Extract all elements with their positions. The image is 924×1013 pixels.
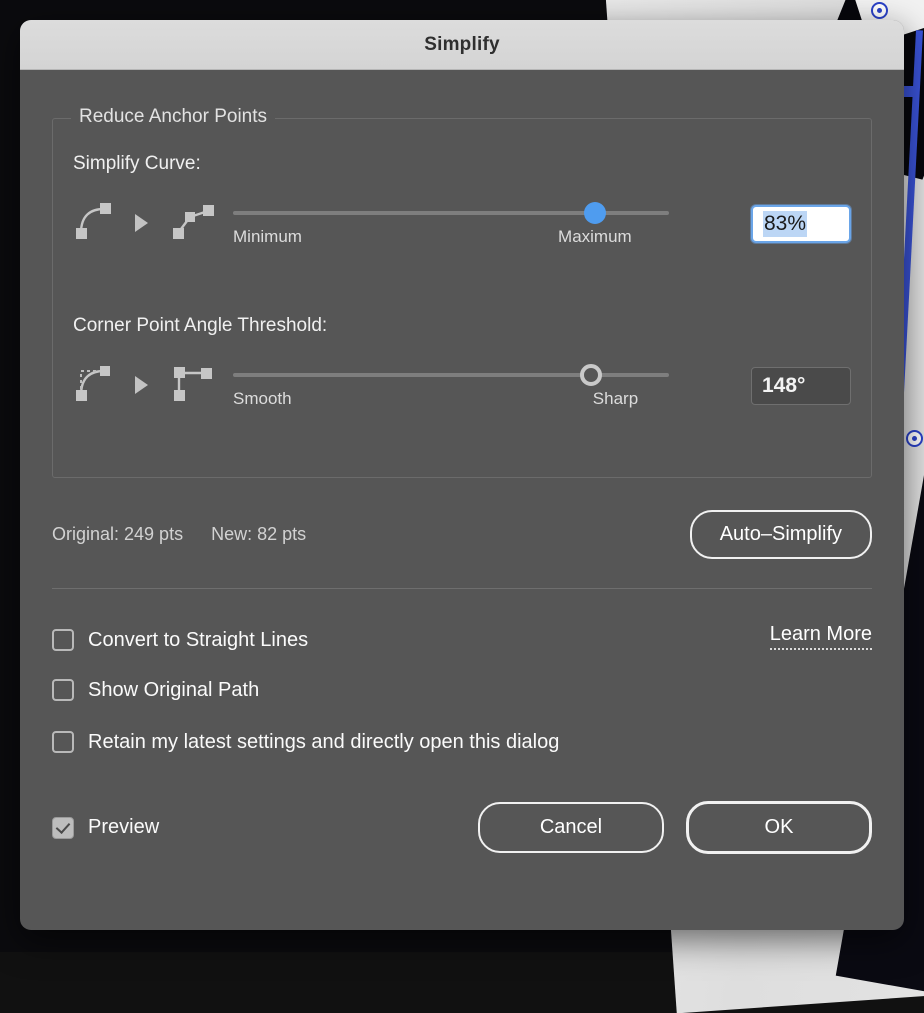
dialog-footer: Preview Cancel OK <box>52 801 872 854</box>
options-area: Convert to Straight Lines Show Original … <box>52 615 872 767</box>
group-legend: Reduce Anchor Points <box>71 106 275 128</box>
corner-threshold-icons <box>73 359 233 408</box>
arrow-right-icon <box>135 214 148 232</box>
corner-threshold-row: Smooth Sharp 148° <box>73 359 851 433</box>
convert-to-straight-lines-label: Convert to Straight Lines <box>88 629 308 652</box>
anchor-point-icon <box>906 430 923 447</box>
simplify-curve-scale: Minimum Maximum <box>233 227 669 249</box>
simplify-curve-slider-handle[interactable] <box>584 202 606 224</box>
simplify-curve-value: 83% <box>763 211 807 237</box>
corner-threshold-min-label: Smooth <box>233 389 292 409</box>
simplify-curve-slider[interactable] <box>233 211 669 215</box>
arrow-right-icon <box>135 376 148 394</box>
simplify-curve-slider-wrap: Minimum Maximum <box>233 197 735 249</box>
preview-checkbox[interactable] <box>52 817 74 839</box>
original-points: Original: 249 pts <box>52 524 183 545</box>
learn-more-link[interactable]: Learn More <box>770 623 872 650</box>
section-divider <box>52 588 872 589</box>
anchor-point-icon <box>871 2 888 19</box>
point-counts: Original: 249 pts New: 82 pts <box>52 524 306 545</box>
corner-threshold-slider-handle[interactable] <box>580 364 602 386</box>
dialog-titlebar[interactable]: Simplify <box>20 20 904 70</box>
simplify-dialog: Simplify Reduce Anchor Points Simplify C… <box>20 20 904 930</box>
reduce-anchor-points-group: Reduce Anchor Points Simplify Curve: <box>52 118 872 478</box>
simplify-curve-label: Simplify Curve: <box>73 153 851 175</box>
corner-threshold-slider-wrap: Smooth Sharp <box>233 359 735 411</box>
stats-row: Original: 249 pts New: 82 pts Auto–Simpl… <box>52 508 872 560</box>
show-original-path-label: Show Original Path <box>88 679 259 702</box>
option-convert-to-straight-lines[interactable]: Convert to Straight Lines <box>52 615 872 665</box>
ok-button[interactable]: OK <box>686 801 872 854</box>
anchor-handle-icon <box>904 86 915 97</box>
option-retain-settings[interactable]: Retain my latest settings and directly o… <box>52 717 872 767</box>
corner-smooth-icon <box>73 361 113 408</box>
simplify-curve-max-label: Maximum <box>558 227 632 247</box>
corner-threshold-scale: Smooth Sharp <box>233 389 669 411</box>
simplify-curve-icons <box>73 197 233 246</box>
curve-segmented-icon <box>170 199 216 246</box>
dialog-title: Simplify <box>424 34 500 56</box>
corner-threshold-slider[interactable] <box>233 373 669 377</box>
auto-simplify-button[interactable]: Auto–Simplify <box>690 510 872 559</box>
convert-to-straight-lines-checkbox[interactable] <box>52 629 74 651</box>
option-show-original-path[interactable]: Show Original Path <box>52 665 872 715</box>
preview-label: Preview <box>88 816 159 839</box>
simplify-curve-min-label: Minimum <box>233 227 302 247</box>
new-points: New: 82 pts <box>211 524 306 545</box>
cancel-button[interactable]: Cancel <box>478 802 664 853</box>
retain-settings-label: Retain my latest settings and directly o… <box>88 731 559 754</box>
show-original-path-checkbox[interactable] <box>52 679 74 701</box>
simplify-curve-input[interactable]: 83% <box>751 205 851 243</box>
corner-threshold-value: 148° <box>762 374 805 398</box>
corner-threshold-max-label: Sharp <box>593 389 638 409</box>
simplify-curve-row: Minimum Maximum 83% <box>73 197 851 271</box>
retain-settings-checkbox[interactable] <box>52 731 74 753</box>
corner-threshold-input[interactable]: 148° <box>751 367 851 405</box>
corner-sharp-icon <box>170 361 216 408</box>
dialog-body: Reduce Anchor Points Simplify Curve: <box>20 118 904 854</box>
curve-smooth-icon <box>73 199 113 246</box>
corner-threshold-label: Corner Point Angle Threshold: <box>73 315 851 337</box>
